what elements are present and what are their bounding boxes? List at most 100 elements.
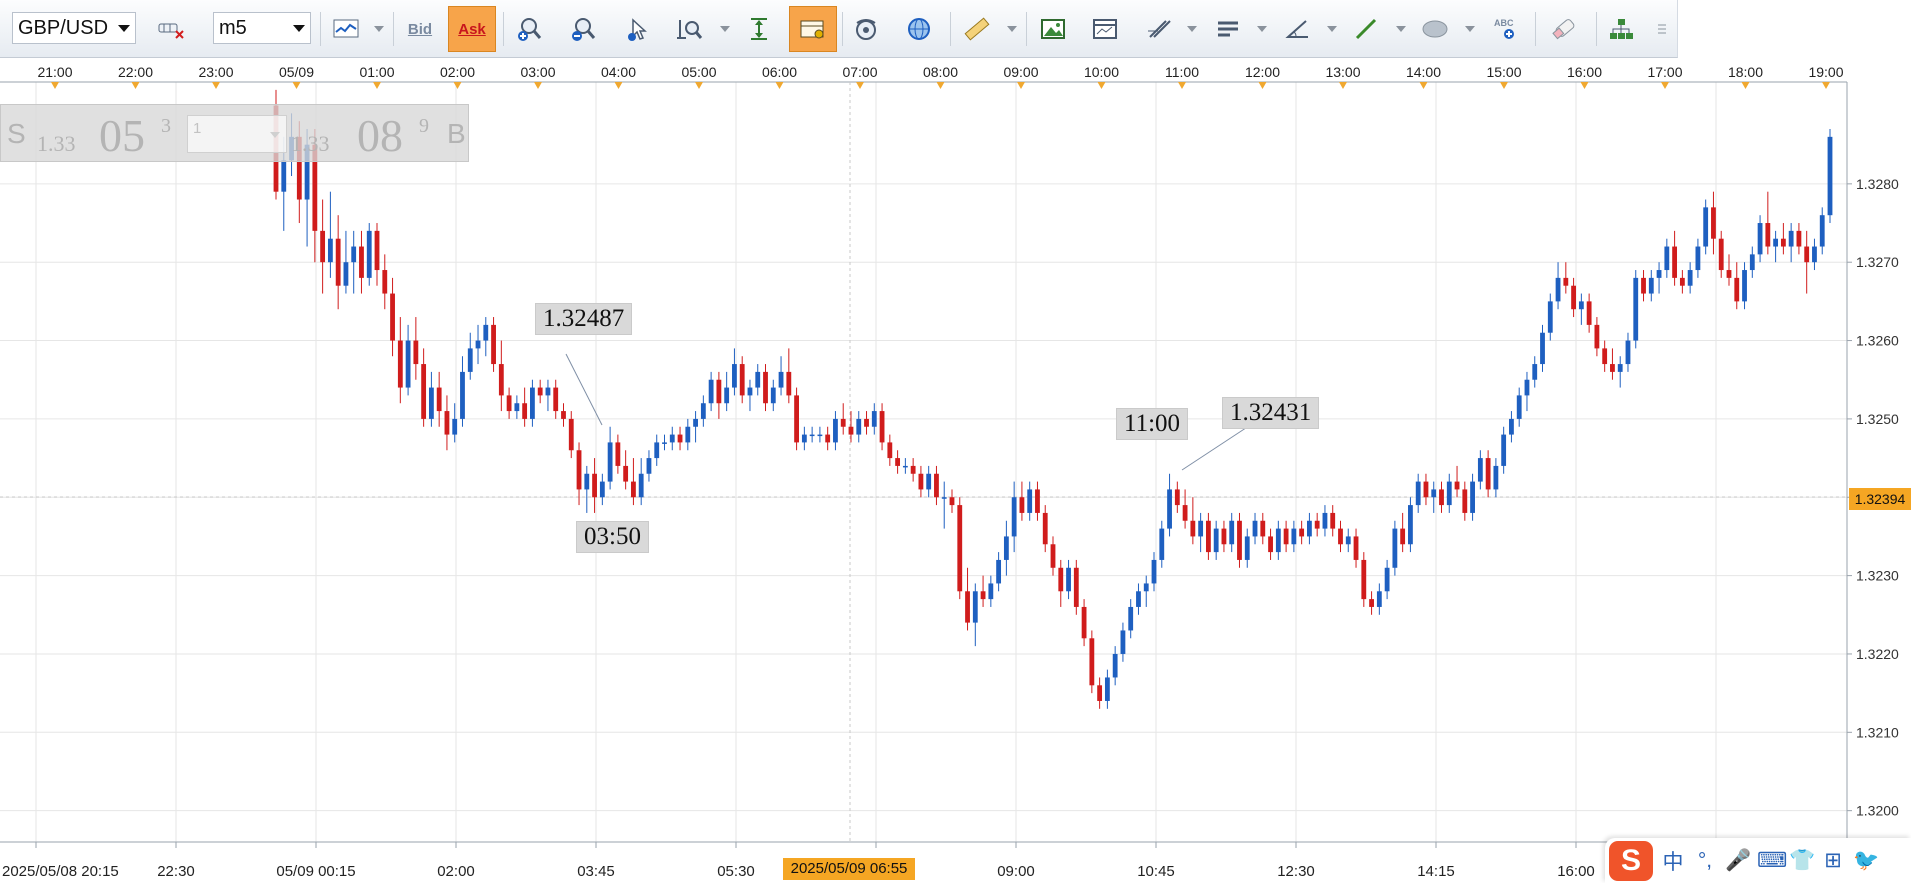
candle bbox=[327, 191, 333, 278]
image-button[interactable] bbox=[1029, 6, 1077, 52]
candle bbox=[584, 465, 590, 513]
candle bbox=[918, 465, 924, 498]
bottom-time-label: 03:45 bbox=[577, 863, 615, 880]
sell-button[interactable]: S bbox=[7, 118, 26, 150]
candle-body bbox=[1804, 246, 1810, 263]
zoom-in-button[interactable] bbox=[506, 6, 554, 52]
candle-body bbox=[561, 411, 566, 419]
candle-body bbox=[631, 481, 636, 498]
candle-body bbox=[1617, 364, 1623, 372]
candle-body bbox=[1159, 528, 1165, 560]
candle-body bbox=[856, 418, 862, 435]
time-callout-1[interactable]: 03:50 bbox=[576, 521, 649, 553]
price-callout-2[interactable]: 1.32431 bbox=[1222, 397, 1320, 429]
candle bbox=[864, 411, 869, 435]
chevron-down-icon[interactable] bbox=[1465, 26, 1475, 32]
candle-body bbox=[335, 238, 341, 286]
timeframe-select[interactable]: m5 bbox=[213, 12, 311, 44]
crosshair-cancel-button[interactable] bbox=[147, 6, 195, 52]
time-callout-2[interactable]: 11:00 bbox=[1116, 408, 1189, 440]
hour-marker bbox=[534, 82, 542, 89]
zoom-axis-button[interactable] bbox=[666, 6, 714, 52]
candle bbox=[1213, 520, 1219, 560]
candle-body bbox=[988, 583, 994, 600]
hierarchy-button[interactable] bbox=[1597, 6, 1645, 52]
candle bbox=[1081, 599, 1087, 647]
candle-body bbox=[941, 497, 947, 499]
candle bbox=[413, 317, 419, 380]
candle-body bbox=[545, 387, 551, 396]
ellipse-button[interactable] bbox=[1411, 6, 1459, 52]
mascot-icon[interactable]: 🐦 bbox=[1853, 849, 1879, 873]
candle-body bbox=[1555, 277, 1561, 302]
candle-body bbox=[436, 387, 442, 412]
hour-marker bbox=[131, 82, 140, 89]
toolbox-icon[interactable]: ⊞ bbox=[1821, 848, 1845, 873]
microphone-icon[interactable]: 🎤 bbox=[1725, 849, 1751, 873]
keyboard-icon[interactable]: ⌨ bbox=[1757, 848, 1787, 873]
candle bbox=[1237, 512, 1242, 568]
bid-button[interactable]: Bid bbox=[396, 6, 444, 52]
candle-body bbox=[1648, 277, 1654, 294]
ask-button[interactable]: Ask bbox=[448, 6, 496, 52]
chevron-down-icon[interactable] bbox=[720, 26, 730, 32]
candle-body bbox=[716, 379, 722, 404]
top-time-label: 01:00 bbox=[359, 64, 394, 80]
hour-marker bbox=[936, 82, 945, 89]
chevron-down-icon[interactable] bbox=[293, 25, 305, 32]
candle-body bbox=[1275, 528, 1281, 553]
candle bbox=[1400, 512, 1406, 553]
fit-vertical-button[interactable] bbox=[735, 6, 783, 52]
zoom-out-button[interactable] bbox=[560, 6, 608, 52]
skin-icon[interactable]: 👕 bbox=[1789, 849, 1815, 873]
chevron-down-icon[interactable] bbox=[1007, 26, 1017, 32]
candle-body bbox=[669, 434, 675, 443]
angle-button[interactable] bbox=[1273, 6, 1321, 52]
pointer-button[interactable] bbox=[614, 6, 662, 52]
candle bbox=[366, 223, 372, 286]
chevron-down-icon[interactable] bbox=[118, 25, 130, 32]
lot-size-input[interactable]: 1 bbox=[187, 115, 287, 153]
candle-body bbox=[1819, 215, 1825, 247]
fibonacci-button[interactable] bbox=[1135, 6, 1183, 52]
chevron-down-icon[interactable] bbox=[1187, 26, 1197, 32]
chevron-down-icon[interactable] bbox=[270, 132, 280, 138]
lines-button[interactable] bbox=[1204, 6, 1252, 52]
toolbar-divider bbox=[1026, 12, 1027, 46]
candle-body bbox=[1081, 606, 1087, 639]
chevron-down-icon[interactable] bbox=[1327, 26, 1337, 32]
candle-body bbox=[1470, 481, 1475, 513]
chevron-down-icon[interactable] bbox=[1257, 26, 1267, 32]
candle-body bbox=[1073, 567, 1079, 607]
show-orders-button[interactable] bbox=[789, 6, 837, 52]
chart-type-button[interactable] bbox=[322, 6, 370, 52]
candle bbox=[1788, 223, 1794, 263]
chevron-down-icon[interactable] bbox=[1396, 26, 1406, 32]
sogou-logo-icon[interactable]: S bbox=[1609, 840, 1653, 881]
hour-marker bbox=[1822, 82, 1830, 89]
eraser-button[interactable] bbox=[1540, 6, 1588, 52]
candle-body bbox=[1260, 520, 1266, 537]
chinese-mode-icon[interactable]: 中 bbox=[1661, 846, 1685, 876]
top-time-label: 18:00 bbox=[1728, 64, 1763, 80]
price-callout-1[interactable]: 1.32487 bbox=[535, 303, 633, 335]
candle bbox=[561, 403, 566, 427]
more-button[interactable] bbox=[1648, 6, 1676, 52]
trend-line-button[interactable] bbox=[1342, 6, 1390, 52]
candle bbox=[1314, 512, 1320, 537]
candle-body bbox=[382, 270, 388, 294]
punctuation-icon[interactable]: °, bbox=[1693, 849, 1717, 873]
symbol-select[interactable]: GBP/USD bbox=[12, 12, 136, 44]
candle bbox=[1804, 230, 1810, 294]
candle-body bbox=[1213, 528, 1219, 553]
globe-button[interactable] bbox=[895, 6, 943, 52]
window-button[interactable] bbox=[1081, 6, 1129, 52]
ruler-button[interactable] bbox=[953, 6, 1001, 52]
chevron-down-icon[interactable] bbox=[374, 26, 384, 32]
visibility-button[interactable] bbox=[842, 6, 890, 52]
hour-marker bbox=[1258, 82, 1267, 89]
candle bbox=[530, 379, 535, 427]
buy-button[interactable]: B bbox=[447, 118, 466, 150]
text-add-button[interactable]: ABC bbox=[1481, 6, 1529, 52]
fit-vertical-icon bbox=[751, 18, 767, 40]
